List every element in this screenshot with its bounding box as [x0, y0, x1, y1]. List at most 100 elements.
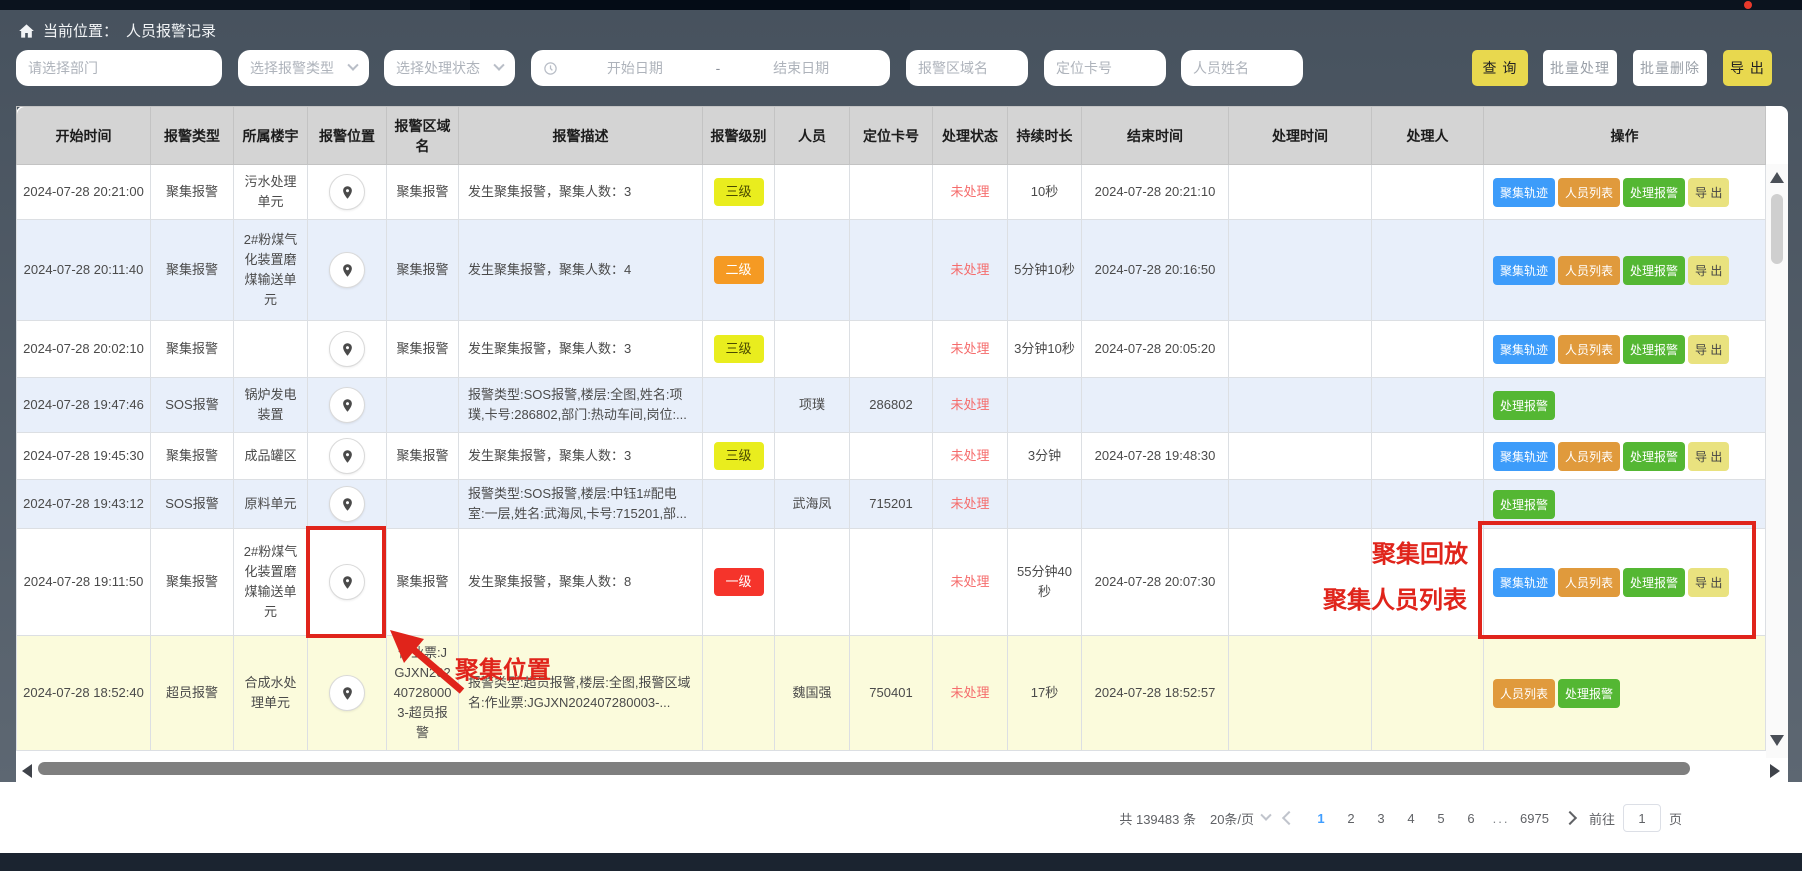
page-number-list: 123456...6975 — [1308, 807, 1551, 830]
track-action-button[interactable]: 聚集轨迹 — [1493, 178, 1555, 207]
location-pin-icon[interactable] — [329, 675, 365, 711]
cell-actions: 处理报警 — [1484, 378, 1766, 433]
cell-handle-status: 未处理 — [933, 636, 1008, 751]
goto-suffix: 页 — [1669, 809, 1682, 828]
card-number-input[interactable] — [1044, 50, 1166, 86]
cell-handler — [1372, 165, 1484, 220]
cell-handler — [1372, 220, 1484, 321]
date-range-picker[interactable]: 开始日期 - 结束日期 — [531, 50, 890, 86]
column-header-定位卡号: 定位卡号 — [850, 107, 933, 165]
card-number-input-field[interactable] — [1056, 60, 1154, 76]
goto-page-input[interactable] — [1623, 804, 1661, 832]
handle-status-select[interactable]: 选择处理状态 — [384, 50, 515, 86]
location-pin-icon[interactable] — [329, 486, 365, 522]
export-button[interactable]: 导 出 — [1723, 50, 1772, 86]
department-input[interactable] — [16, 50, 222, 86]
search-button[interactable]: 查 询 — [1472, 50, 1528, 86]
location-pin-icon[interactable] — [329, 438, 365, 474]
browser-top-strip — [0, 0, 1802, 10]
scroll-right-arrow-icon[interactable] — [1770, 764, 1780, 778]
page-number-4[interactable]: 4 — [1398, 807, 1424, 830]
export-action-button[interactable]: 导 出 — [1688, 178, 1729, 207]
date-separator: - — [712, 60, 725, 76]
cell-area-name: 聚集报警 — [387, 165, 459, 220]
cell-alarm-level — [703, 636, 775, 751]
track-action-button[interactable]: 聚集轨迹 — [1493, 335, 1555, 364]
page-number-3[interactable]: 3 — [1368, 807, 1394, 830]
people-action-button[interactable]: 人员列表 — [1558, 335, 1620, 364]
batch-handle-button[interactable]: 批量处理 — [1543, 50, 1617, 86]
previous-page-button[interactable] — [1282, 811, 1296, 825]
cell-duration: 10秒 — [1008, 165, 1082, 220]
scroll-down-arrow-icon[interactable] — [1770, 735, 1784, 746]
handle-action-button[interactable]: 处理报警 — [1558, 679, 1620, 708]
export-action-button[interactable]: 导 出 — [1688, 442, 1729, 471]
cell-description: 发生聚集报警，聚集人数：4 — [459, 220, 703, 321]
location-pin-icon[interactable] — [329, 387, 365, 423]
cell-actions: 聚集轨迹人员列表处理报警导 出 — [1484, 321, 1766, 378]
scroll-up-arrow-icon[interactable] — [1770, 172, 1784, 183]
alarm-type-select[interactable]: 选择报警类型 — [238, 50, 369, 86]
cell-end-time: 2024-07-28 20:05:20 — [1082, 321, 1229, 378]
page-number-6[interactable]: 6 — [1458, 807, 1484, 830]
track-action-button[interactable]: 聚集轨迹 — [1493, 256, 1555, 285]
page-size-select[interactable]: 20条/页 — [1210, 809, 1270, 828]
alarm-type-placeholder: 选择报警类型 — [250, 58, 334, 78]
page-ellipsis[interactable]: ... — [1488, 807, 1514, 830]
vertical-scrollbar-thumb[interactable] — [1771, 194, 1783, 264]
handle-action-button[interactable]: 处理报警 — [1493, 391, 1555, 420]
home-icon[interactable] — [18, 23, 35, 39]
next-page-button[interactable] — [1563, 811, 1577, 825]
people-action-button[interactable]: 人员列表 — [1558, 442, 1620, 471]
batch-delete-button[interactable]: 批量删除 — [1633, 50, 1707, 86]
people-action-button[interactable]: 人员列表 — [1493, 679, 1555, 708]
handle-action-button[interactable]: 处理报警 — [1623, 256, 1685, 285]
track-action-button[interactable]: 聚集轨迹 — [1493, 442, 1555, 471]
cell-card-number — [850, 433, 933, 480]
cell-handle-time — [1229, 480, 1372, 529]
start-date-placeholder[interactable]: 开始日期 — [558, 58, 712, 78]
export-action-button[interactable]: 导 出 — [1688, 256, 1729, 285]
column-header-报警区域名: 报警区域名 — [387, 107, 459, 165]
location-pin-icon[interactable] — [329, 331, 365, 367]
handle-action-button[interactable]: 处理报警 — [1623, 178, 1685, 207]
cell-handle-time — [1229, 636, 1372, 751]
end-date-placeholder[interactable]: 结束日期 — [724, 58, 878, 78]
chevron-down-icon — [347, 60, 358, 71]
cell-duration — [1008, 480, 1082, 529]
location-pin-icon[interactable] — [329, 252, 365, 288]
area-name-input[interactable] — [906, 50, 1028, 86]
location-pin-icon[interactable] — [329, 174, 365, 210]
annotation-gather-position: 聚集位置 — [455, 650, 551, 685]
handle-action-button[interactable]: 处理报警 — [1493, 490, 1555, 519]
people-action-button[interactable]: 人员列表 — [1558, 256, 1620, 285]
alarm-level-badge: 二级 — [714, 256, 764, 284]
cell-alarm-type: 聚集报警 — [151, 165, 234, 220]
cell-start-time: 2024-07-28 20:02:10 — [17, 321, 151, 378]
status-unhandled-label: 未处理 — [950, 685, 989, 700]
cell-alarm-type: 聚集报警 — [151, 220, 234, 321]
page-number-5[interactable]: 5 — [1428, 807, 1454, 830]
cell-card-number — [850, 165, 933, 220]
people-action-button[interactable]: 人员列表 — [1558, 178, 1620, 207]
cell-area-name: 聚集报警 — [387, 529, 459, 636]
horizontal-scrollbar-thumb[interactable] — [38, 762, 1690, 775]
page-number-last[interactable]: 6975 — [1518, 807, 1551, 830]
export-action-button[interactable]: 导 出 — [1688, 335, 1729, 364]
handle-action-button[interactable]: 处理报警 — [1623, 442, 1685, 471]
page-number-2[interactable]: 2 — [1338, 807, 1364, 830]
handle-action-button[interactable]: 处理报警 — [1623, 335, 1685, 364]
department-input-field[interactable] — [28, 60, 210, 76]
vertical-scrollbar[interactable] — [1766, 164, 1788, 760]
scroll-left-arrow-icon[interactable] — [22, 764, 32, 778]
horizontal-scrollbar[interactable] — [16, 758, 1788, 782]
person-name-input[interactable] — [1181, 50, 1303, 86]
person-name-input-field[interactable] — [1193, 60, 1291, 76]
cell-actions: 人员列表处理报警 — [1484, 636, 1766, 751]
area-name-input-field[interactable] — [918, 60, 1016, 76]
cell-alarm-level: 三级 — [703, 433, 775, 480]
cell-person: 项璞 — [775, 378, 850, 433]
page-number-1[interactable]: 1 — [1308, 807, 1334, 830]
cell-end-time: 2024-07-28 20:16:50 — [1082, 220, 1229, 321]
table-row-3: 2024-07-28 20:02:10聚集报警聚集报警发生聚集报警，聚集人数：3… — [17, 321, 1766, 378]
